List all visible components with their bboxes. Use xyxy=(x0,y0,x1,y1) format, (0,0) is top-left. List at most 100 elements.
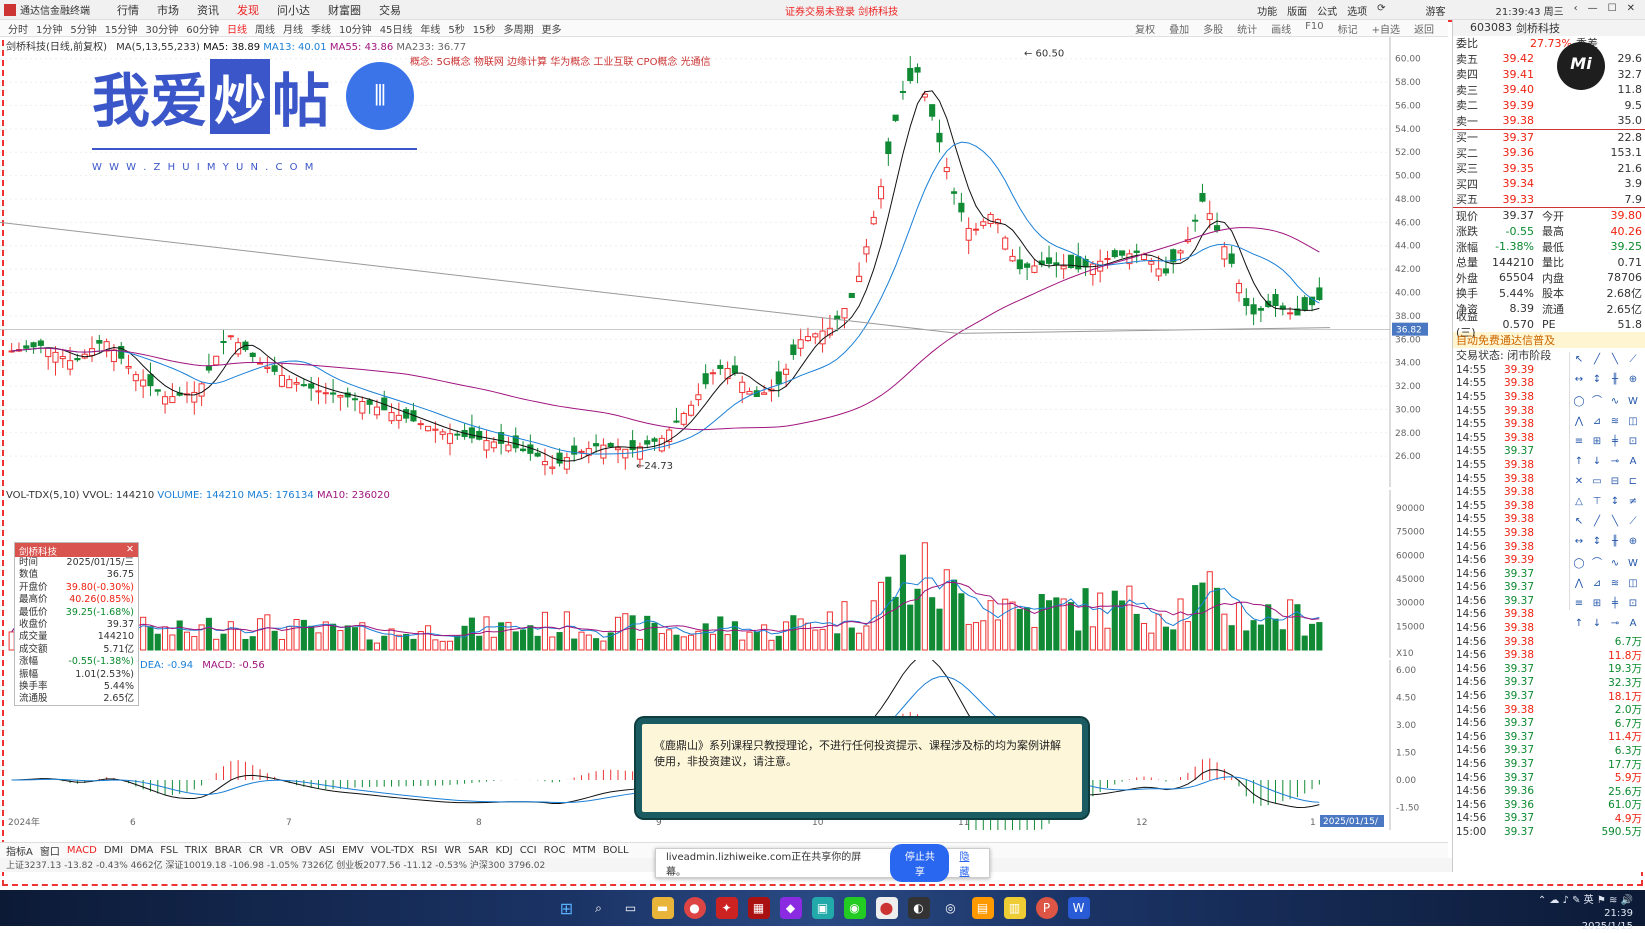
draw-tool-icon[interactable]: ╪ xyxy=(1606,436,1624,454)
powerpoint-icon[interactable]: P xyxy=(1035,897,1058,919)
period-tab-11[interactable]: 45日线 xyxy=(380,21,413,36)
draw-tool-icon[interactable]: ╲ xyxy=(1606,354,1624,372)
indicator-tab-1[interactable]: 窗口 xyxy=(40,843,60,858)
chart-tool-0[interactable]: 复权 xyxy=(1135,21,1155,36)
draw-tool-icon[interactable]: A xyxy=(1624,618,1642,636)
indicator-tab-6[interactable]: TRIX xyxy=(185,845,208,856)
period-tab-5[interactable]: 60分钟 xyxy=(186,21,219,36)
menu-item-4[interactable]: 问小达 xyxy=(277,4,310,17)
indicator-tab-2[interactable]: MACD xyxy=(67,845,97,856)
draw-tool-icon[interactable]: ◯ xyxy=(1570,396,1588,414)
user-label[interactable]: 游客 xyxy=(1426,3,1446,18)
indicator-tab-18[interactable]: CCI xyxy=(520,845,537,856)
stop-share-button[interactable]: 停止共享 xyxy=(890,844,950,882)
menu-item-2[interactable]: 资讯 xyxy=(197,4,219,17)
period-tab-9[interactable]: 季线 xyxy=(311,21,331,36)
indicator-tab-14[interactable]: RSI xyxy=(421,845,437,856)
indicator-tab-7[interactable]: BRAR xyxy=(215,845,242,856)
indicator-tab-8[interactable]: CR xyxy=(249,845,263,856)
draw-tool-icon[interactable]: ↖ xyxy=(1570,516,1588,534)
draw-tool-icon[interactable]: ⊿ xyxy=(1588,416,1606,434)
draw-tool-icon[interactable]: ╫ xyxy=(1606,374,1624,392)
auto-label[interactable]: 自动免费通达信普及 xyxy=(1453,332,1645,348)
period-tab-4[interactable]: 30分钟 xyxy=(145,21,178,36)
period-tab-2[interactable]: 5分钟 xyxy=(70,21,96,36)
draw-tool-icon[interactable]: ↓ xyxy=(1588,456,1606,474)
indicator-tab-13[interactable]: VOL-TDX xyxy=(371,845,414,856)
menu-options[interactable]: 选项 xyxy=(1347,3,1367,18)
period-tab-12[interactable]: 年线 xyxy=(420,21,440,36)
draw-tool-icon[interactable]: ⟋ xyxy=(1624,516,1642,534)
app-red-icon[interactable]: ✦ xyxy=(715,897,738,919)
draw-tool-icon[interactable]: ⋀ xyxy=(1570,578,1588,596)
draw-tool-icon[interactable]: A xyxy=(1624,456,1642,474)
draw-tool-icon[interactable]: ⊟ xyxy=(1606,476,1624,494)
minimize-icon[interactable]: — xyxy=(1588,3,1598,18)
menu-item-0[interactable]: 行情 xyxy=(117,4,139,17)
draw-tool-icon[interactable]: ◫ xyxy=(1624,416,1642,434)
indicator-tab-21[interactable]: BOLL xyxy=(603,845,629,856)
indicator-tab-3[interactable]: DMI xyxy=(104,845,123,856)
login-notice[interactable]: 证券交易未登录 剑桥科技 xyxy=(785,3,898,18)
draw-tool-icon[interactable]: ⊞ xyxy=(1588,436,1606,454)
draw-tool-icon[interactable]: ⊕ xyxy=(1624,536,1642,554)
period-tab-8[interactable]: 月线 xyxy=(283,21,303,36)
chart-tool-7[interactable]: +自选 xyxy=(1372,21,1400,36)
indicator-tab-17[interactable]: KDJ xyxy=(495,845,512,856)
period-tab-15[interactable]: 多周期 xyxy=(504,21,534,36)
volume-chart[interactable]: 90000 75000 60000 45000 30000 15000 X10 xyxy=(0,490,1448,658)
draw-tool-icon[interactable]: W xyxy=(1624,396,1642,414)
app-purple-icon[interactable]: ◆ xyxy=(779,897,802,919)
draw-tool-icon[interactable]: ⊡ xyxy=(1624,436,1642,454)
indicator-tab-20[interactable]: MTM xyxy=(572,845,595,856)
draw-tool-icon[interactable]: ╪ xyxy=(1606,598,1624,616)
app-teal-icon[interactable]: ▣ xyxy=(811,897,834,919)
menu-item-1[interactable]: 市场 xyxy=(157,4,179,17)
draw-tool-icon[interactable]: ⊏ xyxy=(1624,476,1642,494)
indicator-tab-19[interactable]: ROC xyxy=(544,845,566,856)
indicator-tab-15[interactable]: WR xyxy=(444,845,461,856)
draw-tool-icon[interactable]: ⌒ xyxy=(1588,392,1606,410)
draw-tool-icon[interactable]: ╲ xyxy=(1606,516,1624,534)
search-icon[interactable]: ⌕ xyxy=(588,897,610,919)
draw-tool-icon[interactable]: ⌒ xyxy=(1588,554,1606,572)
period-tab-1[interactable]: 1分钟 xyxy=(36,21,62,36)
chart-tool-6[interactable]: 标记 xyxy=(1338,21,1358,36)
draw-tool-icon[interactable]: ↔ xyxy=(1570,374,1588,392)
draw-tool-icon[interactable]: ⊕ xyxy=(1624,374,1642,392)
maximize-icon[interactable]: ☐ xyxy=(1608,3,1617,18)
period-tab-13[interactable]: 5秒 xyxy=(448,21,464,36)
draw-tool-icon[interactable]: ≠ xyxy=(1624,496,1642,514)
draw-tool-icon[interactable]: ≋ xyxy=(1606,578,1624,596)
indicator-tab-4[interactable]: DMA xyxy=(130,845,153,856)
refresh-icon[interactable]: ⟳ xyxy=(1377,3,1385,18)
period-tab-0[interactable]: 分时 xyxy=(8,21,28,36)
draw-tool-icon[interactable]: ∿ xyxy=(1606,396,1624,414)
draw-tool-icon[interactable]: ≡ xyxy=(1570,436,1588,454)
draw-tool-icon[interactable]: ⊿ xyxy=(1588,578,1606,596)
indicator-tab-0[interactable]: 指标A xyxy=(6,843,33,858)
notes-icon[interactable]: ▥ xyxy=(1003,897,1026,919)
draw-tool-icon[interactable]: ⊞ xyxy=(1588,598,1606,616)
close-icon[interactable]: ✕ xyxy=(1627,3,1635,18)
menu-func[interactable]: 功能 xyxy=(1257,3,1277,18)
chrome-icon[interactable]: ● xyxy=(683,897,706,919)
draw-tool-icon[interactable]: ∿ xyxy=(1606,558,1624,576)
indicator-tab-11[interactable]: ASI xyxy=(319,845,335,856)
draw-tool-icon[interactable]: ◯ xyxy=(1570,558,1588,576)
draw-tool-icon[interactable]: ▭ xyxy=(1588,476,1606,494)
draw-tool-icon[interactable]: ✕ xyxy=(1570,476,1588,494)
chart-tool-1[interactable]: 叠加 xyxy=(1169,21,1189,36)
draw-tool-icon[interactable]: ↓ xyxy=(1588,618,1606,636)
draw-tool-icon[interactable]: ⊸ xyxy=(1606,618,1624,636)
draw-tool-icon[interactable]: ╱ xyxy=(1588,516,1606,534)
chart-tool-4[interactable]: 画线 xyxy=(1271,21,1291,36)
draw-tool-icon[interactable]: ↑ xyxy=(1570,618,1588,636)
app-active-icon[interactable]: ⬤ xyxy=(875,897,898,919)
tray-icons[interactable]: ⌃ ☁ ♪ ✎ 英 ⚑ ≋ 🔊 xyxy=(1538,895,1633,906)
app-orange-icon[interactable]: ▤ xyxy=(971,897,994,919)
hide-share-link[interactable]: 隐藏 xyxy=(959,848,979,878)
menu-item-5[interactable]: 财富圈 xyxy=(328,4,361,17)
draw-tool-icon[interactable]: ↕ xyxy=(1588,536,1606,554)
wechat-icon[interactable]: ◉ xyxy=(843,897,866,919)
